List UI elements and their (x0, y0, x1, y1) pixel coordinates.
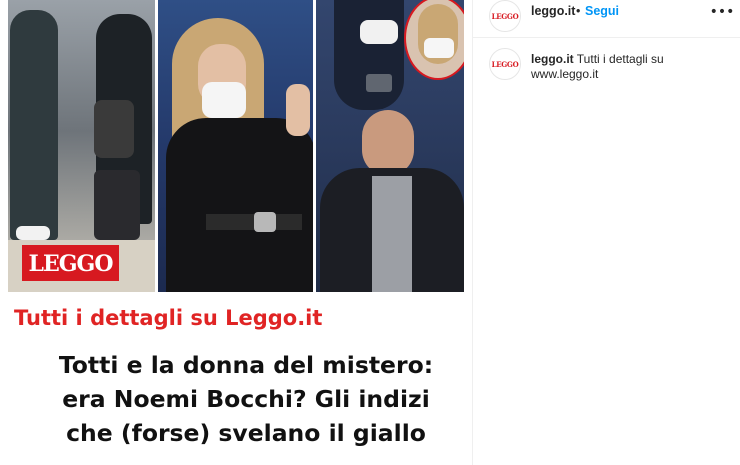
inset-circle (404, 0, 464, 80)
caption-comment: leggo.it Tutti i dettagli su www.leggo.i… (531, 52, 731, 82)
photo-panel-stadium (314, 0, 464, 292)
leggo-logo-badge: LEGGO (22, 245, 119, 281)
comment-avatar[interactable]: LEGGO (489, 48, 521, 80)
phone (366, 74, 392, 92)
suitcase (94, 170, 140, 240)
face-mask (202, 82, 246, 118)
photo-panel-woman (156, 0, 314, 292)
grey-sweater (372, 176, 412, 292)
sneaker (16, 226, 50, 240)
panel-divider (155, 0, 158, 292)
post-media: LEGGO Tutti i dettagli su Leggo.it Totti… (0, 0, 472, 465)
profile-avatar[interactable]: LEGGO (489, 0, 521, 32)
article-headline: Totti e la donna del mistero: era Noemi … (36, 348, 456, 450)
separator-dot: • (576, 4, 581, 18)
headline-line: Totti e la donna del mistero: (58, 351, 434, 379)
avatar-logo-text: LEGGO (491, 11, 519, 21)
headline-line: era Noemi Bocchi? Gli indizi (62, 385, 430, 413)
person-silhouette (10, 10, 58, 240)
white-mask (360, 20, 398, 44)
post-photo-collage[interactable]: LEGGO (8, 0, 464, 292)
backpack (94, 100, 134, 158)
black-coat (166, 118, 314, 292)
comment-username-link[interactable]: leggo.it (531, 52, 574, 66)
panel-divider (313, 0, 316, 292)
post-sidebar: LEGGO leggo.it • Segui ••• LEGGO leggo.i… (472, 0, 740, 465)
details-caption: Tutti i dettagli su Leggo.it (14, 306, 323, 330)
username-link[interactable]: leggo.it (531, 4, 575, 18)
raised-hand (286, 84, 310, 136)
background-person (334, 0, 404, 110)
headline-line: che (forse) svelano il giallo (66, 419, 426, 447)
svg-text:LEGGO: LEGGO (29, 251, 114, 277)
post-header: LEGGO leggo.it • Segui ••• (473, 0, 740, 38)
man-head (362, 110, 414, 176)
more-options-icon[interactable]: ••• (710, 2, 735, 22)
follow-button[interactable]: Segui (585, 4, 619, 18)
belt-buckle (254, 212, 276, 232)
avatar-logo-text: LEGGO (491, 59, 519, 69)
leggo-logo-wordmark: LEGGO (29, 251, 115, 277)
